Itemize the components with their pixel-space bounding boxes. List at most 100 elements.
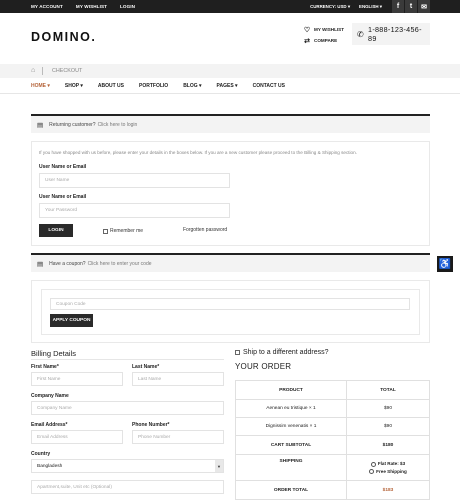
coupon-input[interactable]: Coupon Code: [50, 298, 410, 310]
nav-item-home[interactable]: HOME ▾: [31, 83, 50, 89]
order-title: YOUR ORDER: [235, 362, 292, 371]
shipping-label: SHIPPING: [236, 455, 347, 480]
nav-divider: [0, 93, 460, 94]
shipping-options: Flat Rate: $3 Free Shipping: [347, 455, 429, 480]
wishlist-label: MY WISHLIST: [314, 27, 345, 32]
twitter-icon[interactable]: t: [405, 0, 417, 13]
compare-icon: ⇄: [304, 37, 310, 45]
login-link[interactable]: LOGIN: [120, 4, 135, 9]
subtotal-value: $180: [382, 442, 394, 448]
language-label: ENGLISH: [359, 3, 379, 9]
logo[interactable]: DOMINO.: [31, 30, 96, 44]
nav-item-contact[interactable]: CONTACT US: [253, 83, 285, 89]
ship-different-address[interactable]: Ship to a different address?: [235, 349, 328, 356]
subtotal-label: CART SUBTOTAL: [236, 436, 347, 454]
total-column-header: TOTAL: [380, 387, 396, 393]
nav-item-shop[interactable]: SHOP ▾: [65, 83, 83, 89]
flat-rate-radio[interactable]: [370, 461, 376, 467]
compare-link[interactable]: ⇄ COMPARE: [303, 35, 344, 46]
breadcrumb: ⌂ CHECKOUT: [0, 64, 460, 78]
product-name: Aenean eu tristique × 1: [236, 400, 347, 417]
main-nav: HOME ▾ SHOP ▾ ABOUT US PORTFOLIO BLOG ▾ …: [31, 80, 300, 92]
flat-rate-label: Flat Rate: $3: [377, 461, 406, 467]
phone-icon: ✆: [357, 29, 365, 39]
first-name-label: First Name*: [31, 364, 59, 370]
top-bar: MY ACCOUNT MY WISHLIST LOGIN CURRENCY: U…: [0, 0, 460, 13]
nav-item-blog[interactable]: BLOG ▾: [183, 83, 201, 89]
phone-number: 1-888-123-456-89: [368, 25, 422, 43]
chevron-down-icon: ▼: [215, 460, 223, 472]
coupon-notice: ▤ Have a coupon? Click here to enter you…: [31, 253, 430, 272]
currency-selector[interactable]: CURRENCY: USD ▾: [310, 4, 350, 10]
coupon-notice-text: Have a coupon?: [49, 260, 86, 267]
free-shipping-radio[interactable]: [369, 468, 375, 474]
currency-label: CURRENCY: USD: [310, 3, 347, 9]
remember-checkbox[interactable]: [103, 229, 108, 234]
billing-divider: [31, 359, 224, 360]
nav-item-pages[interactable]: PAGES ▾: [217, 83, 238, 89]
nav-item-portfolio[interactable]: PORTFOLIO: [139, 83, 168, 89]
product-column-header: PRODUCT: [236, 381, 347, 399]
language-selector[interactable]: ENGLISH ▾: [359, 4, 382, 10]
username-input[interactable]: User Name: [39, 173, 230, 188]
phone-label: Phone Number*: [132, 422, 170, 428]
company-label: Company Name: [31, 393, 69, 399]
subtotal-row: CART SUBTOTAL $180: [236, 436, 429, 455]
accessibility-icon[interactable]: ♿: [437, 256, 453, 272]
compare-label: COMPARE: [314, 38, 338, 43]
product-name: Dignissim venenatis × 1: [236, 418, 347, 435]
wishlist-link[interactable]: ♡ MY WISHLIST: [303, 24, 344, 35]
login-panel: [31, 141, 430, 246]
order-total-value: $183: [382, 487, 394, 493]
product-total: $90: [383, 424, 392, 429]
order-total-label: ORDER TOTAL: [236, 481, 347, 499]
my-wishlist-link[interactable]: MY WISHLIST: [76, 4, 107, 9]
login-notice-text: Returning customer?: [49, 121, 96, 128]
remember-label: Remember me: [110, 228, 144, 234]
shipping-row: SHIPPING Flat Rate: $3 Free Shipping: [236, 455, 429, 481]
username-label: User Name or Email: [39, 164, 87, 170]
country-label: Country: [31, 451, 51, 457]
table-row: Dignissim venenatis × 1 $90: [236, 418, 429, 436]
table-header-row: PRODUCT TOTAL: [236, 381, 429, 400]
country-value: Bangladesh: [37, 463, 63, 469]
nav-item-about[interactable]: ABOUT US: [98, 83, 124, 89]
breadcrumb-divider: [42, 67, 43, 75]
password-input[interactable]: Your Password: [39, 203, 230, 218]
chevron-down-icon: ▾: [379, 3, 382, 9]
free-shipping-label: Free Shipping: [376, 468, 407, 474]
flat-rate-option[interactable]: Flat Rate: $3: [370, 461, 406, 467]
country-select[interactable]: Bangladesh ▼: [31, 459, 224, 473]
address-input[interactable]: Apartment,suite, Unit etc (Optional): [31, 480, 224, 494]
coupon-notice-link[interactable]: Click here to enter your code: [88, 261, 152, 267]
free-shipping-option[interactable]: Free Shipping: [369, 469, 407, 474]
email-label: Email Address*: [31, 422, 68, 428]
calendar-icon: ▤: [37, 121, 44, 129]
login-intro: If you have shopped with us before, plea…: [39, 150, 357, 155]
email-input[interactable]: Email Address: [31, 430, 123, 444]
login-notice-link[interactable]: Click here to login: [98, 122, 138, 128]
table-row: Aenean eu tristique × 1 $90: [236, 400, 429, 418]
company-input[interactable]: Company Name: [31, 401, 224, 415]
home-icon[interactable]: ⌂: [31, 67, 35, 74]
login-button[interactable]: LOGIN: [39, 224, 73, 237]
my-account-link[interactable]: MY ACCOUNT: [31, 4, 63, 9]
coupon-inner-box: [41, 289, 420, 335]
ship-checkbox[interactable]: [235, 350, 240, 355]
product-total: $90: [383, 406, 392, 411]
login-notice: ▤ Returning customer? Click here to logi…: [31, 114, 430, 133]
forgot-password-link[interactable]: Forgotten password: [183, 227, 227, 233]
header-links: ♡ MY WISHLIST ⇄ COMPARE: [303, 24, 344, 46]
breadcrumb-current: CHECKOUT: [52, 68, 83, 74]
first-name-input[interactable]: First Name: [31, 372, 123, 386]
last-name-input[interactable]: Last Name: [132, 372, 224, 386]
email-icon[interactable]: ✉: [418, 0, 430, 13]
phone-box: ✆ 1-888-123-456-89: [352, 23, 430, 45]
ship-label: Ship to a different address?: [243, 349, 329, 356]
heart-icon: ♡: [303, 26, 311, 34]
apply-coupon-button[interactable]: APPLY COUPON: [50, 314, 93, 327]
order-table: PRODUCT TOTAL Aenean eu tristique × 1 $9…: [235, 380, 430, 500]
phone-input[interactable]: Phone Number: [132, 430, 224, 444]
facebook-icon[interactable]: f: [392, 0, 404, 13]
password-label: User Name or Email: [39, 194, 87, 200]
